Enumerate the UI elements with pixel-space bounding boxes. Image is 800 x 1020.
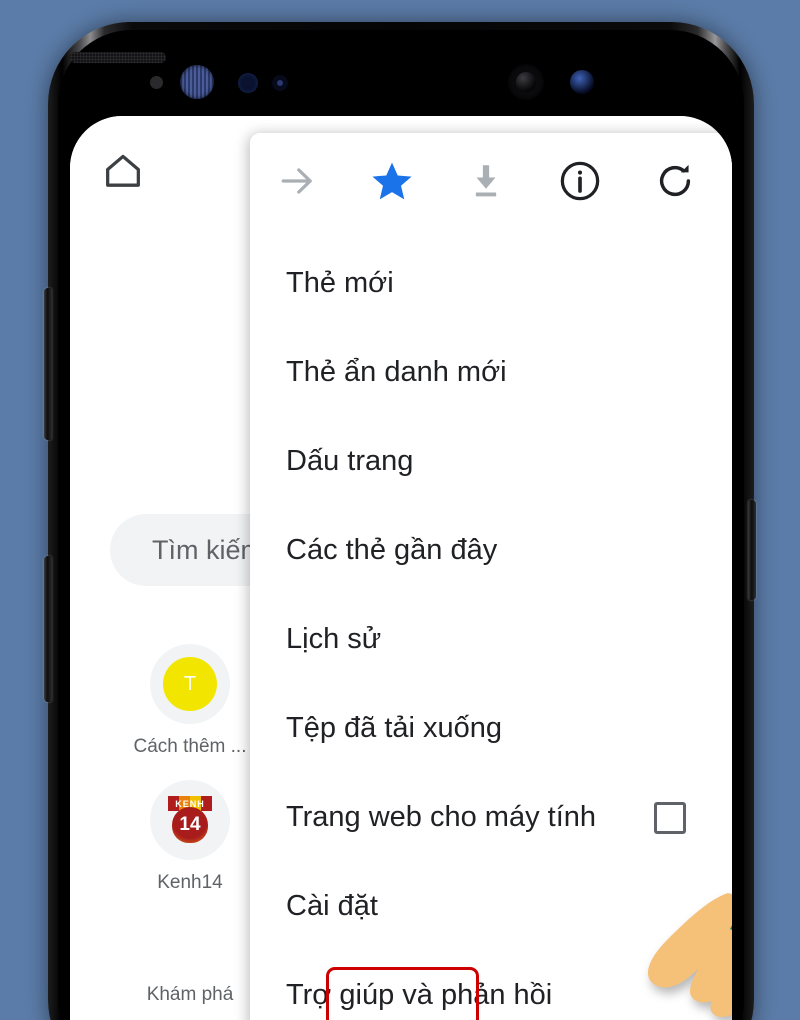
menu-item-bookmarks[interactable]: Dấu trang [250,417,732,506]
info-icon[interactable] [533,133,627,229]
menu-item-label: Các thẻ gần đây [286,534,498,566]
menu-item-label: Lịch sử [286,623,382,655]
home-icon[interactable] [100,148,146,194]
shortcut-label: Cách thêm ... [133,736,247,757]
menu-item-label: Cài đặt [286,890,378,922]
volume-rocker-button[interactable] [44,288,52,440]
avatar: T [163,657,217,711]
iris-scanner-icon [180,65,214,99]
flash-sensor-icon [570,70,594,94]
power-button[interactable] [748,500,756,600]
sensor-row [70,52,732,112]
menu-item-recent-tabs[interactable]: Các thẻ gần đây [250,506,732,595]
hand-cursor-icon [632,881,732,1020]
download-icon[interactable] [439,133,533,229]
search-placeholder: Tìm kiếm [152,534,263,565]
shortcut-label: Kenh14 [157,872,223,893]
menu-item-desktop-site[interactable]: Trang web cho máy tính [250,773,732,862]
forward-arrow-icon[interactable] [250,133,344,229]
desktop-site-checkbox[interactable] [654,801,686,834]
menu-item-label: Trợ giúp và phản hồi [286,979,553,1011]
menu-item-label: Tệp đã tải xuống [286,712,503,744]
screenshot-root: Tìm kiếm T Cách thêm ... KENH 14 Kenh14 … [0,0,800,1020]
shortcut-tile: KENH 14 [150,780,230,860]
menu-item-new-incognito-tab[interactable]: Thẻ ẩn danh mới [250,328,732,417]
kenh14-logo-number: 14 [172,807,208,843]
kenh14-logo-icon: KENH 14 [165,796,215,844]
front-camera-icon [508,64,544,100]
menu-item-label: Dấu trang [286,445,414,477]
bixby-button[interactable] [44,556,52,702]
menu-item-downloads[interactable]: Tệp đã tải xuống [250,684,732,773]
menu-item-label: Trang web cho máy tính [286,801,597,833]
overflow-menu: Thẻ mới Thẻ ẩn danh mới Dấu trang Các th… [250,133,732,1020]
earpiece-speaker-icon [70,52,166,63]
menu-item-label: Thẻ ẩn danh mới [286,356,507,388]
proximity-sensor-icon [238,73,258,93]
menu-toolbar [250,133,732,229]
phone-screen: Tìm kiếm T Cách thêm ... KENH 14 Kenh14 … [70,116,732,1020]
sensor-dot-icon [150,76,163,89]
menu-item-new-tab[interactable]: Thẻ mới [250,239,732,328]
shortcut-tile: T [150,644,230,724]
menu-item-label: Thẻ mới [286,267,394,299]
menu-item-history[interactable]: Lịch sử [250,595,732,684]
star-icon[interactable] [344,133,438,229]
ir-sensor-icon [272,75,288,91]
reload-icon[interactable] [628,133,722,229]
